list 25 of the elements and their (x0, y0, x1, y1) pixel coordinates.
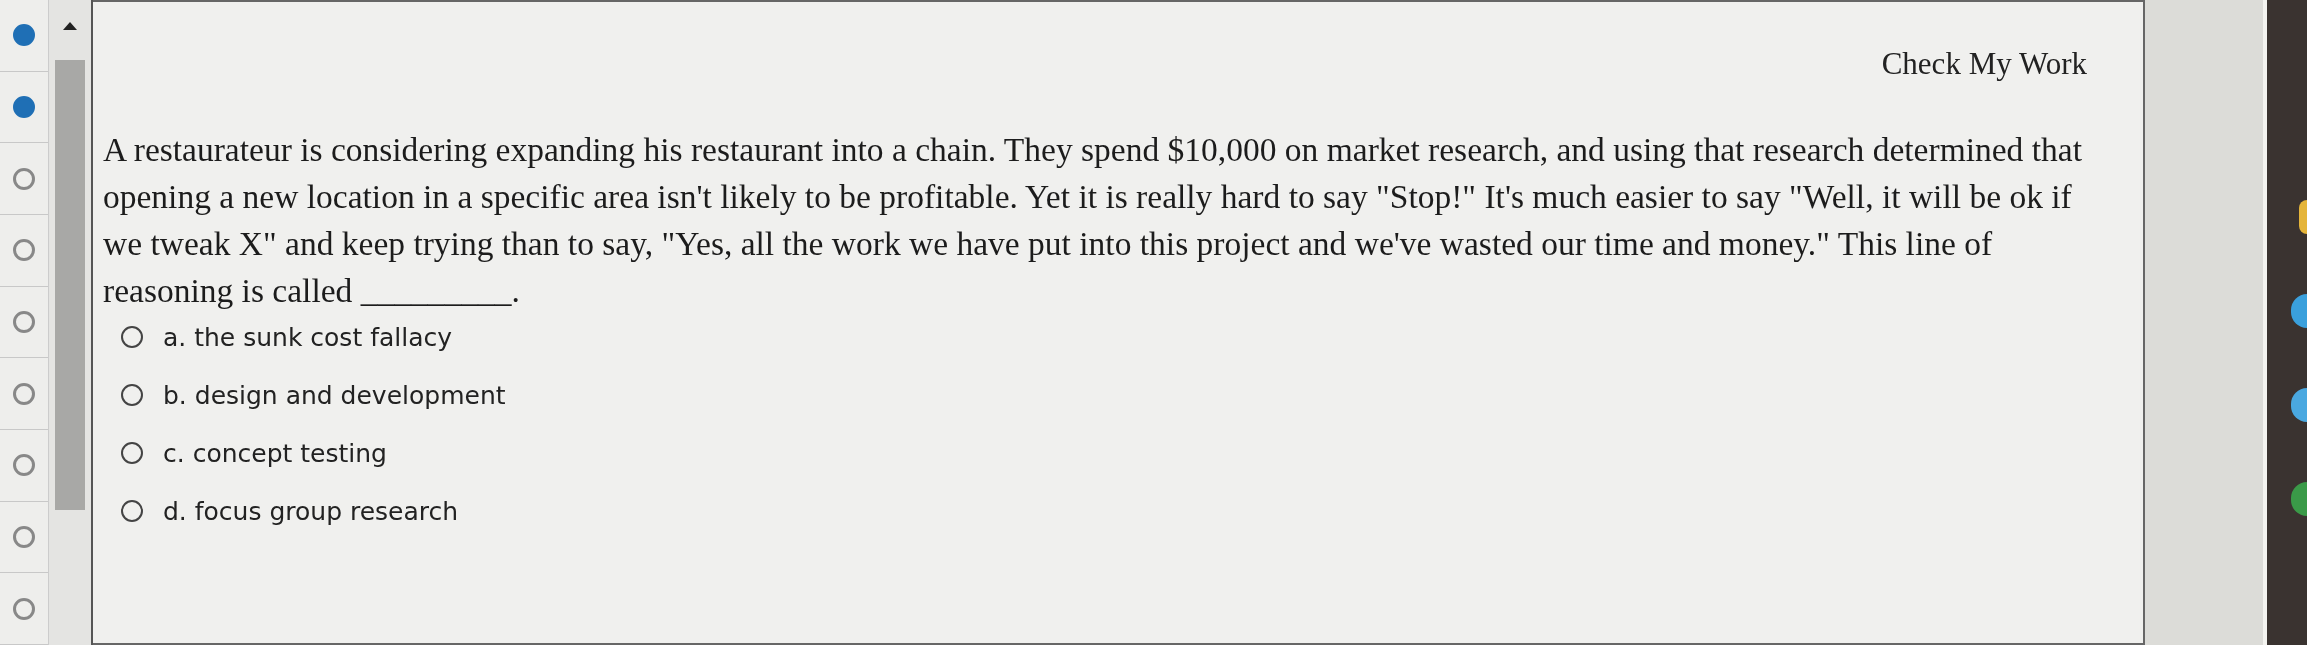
app-icon[interactable] (2291, 482, 2307, 516)
option-label[interactable]: c. concept testing (163, 438, 387, 468)
radio-button[interactable] (121, 500, 143, 522)
question-status-icon[interactable] (13, 239, 35, 262)
app-icon[interactable] (2299, 200, 2307, 234)
option-label[interactable]: a. the sunk cost fallacy (163, 322, 452, 352)
check-my-work-button[interactable]: Check My Work (1881, 46, 2087, 82)
app-icon[interactable] (2291, 388, 2307, 422)
question-status-icon[interactable] (13, 597, 35, 620)
question-status-icon[interactable] (13, 311, 35, 333)
question-status-icon[interactable] (13, 382, 35, 405)
option-label[interactable]: b. design and development (163, 380, 506, 410)
radio-button[interactable] (121, 326, 143, 348)
radio-button[interactable] (121, 442, 143, 464)
radio-button[interactable] (121, 384, 143, 406)
question-status-icon[interactable] (13, 24, 35, 47)
app-icon[interactable] (2291, 294, 2307, 328)
question-status-icon[interactable] (13, 454, 35, 477)
option-label[interactable]: d. focus group research (163, 496, 459, 526)
question-text: A restaurateur is considering expanding his restaurant into a chain. They spend $10,000 on market research, and using that research determined that opening a new location in a specific area isn't likely to be profitable. Yet it is really hard to say "Stop!" It's much easier to say "Well, it will be ok if we tweak X" and keep trying than to say, "Yes, all the work we have put into this project and we've wasted our time and money." This line of reasoning is called _________. (103, 130, 2083, 311)
scrollbar-thumb[interactable] (55, 60, 85, 510)
scroll-up-icon[interactable] (63, 22, 77, 30)
question-status-icon[interactable] (13, 96, 35, 118)
question-status-icon[interactable] (13, 167, 35, 190)
question-status-icon[interactable] (13, 526, 35, 549)
